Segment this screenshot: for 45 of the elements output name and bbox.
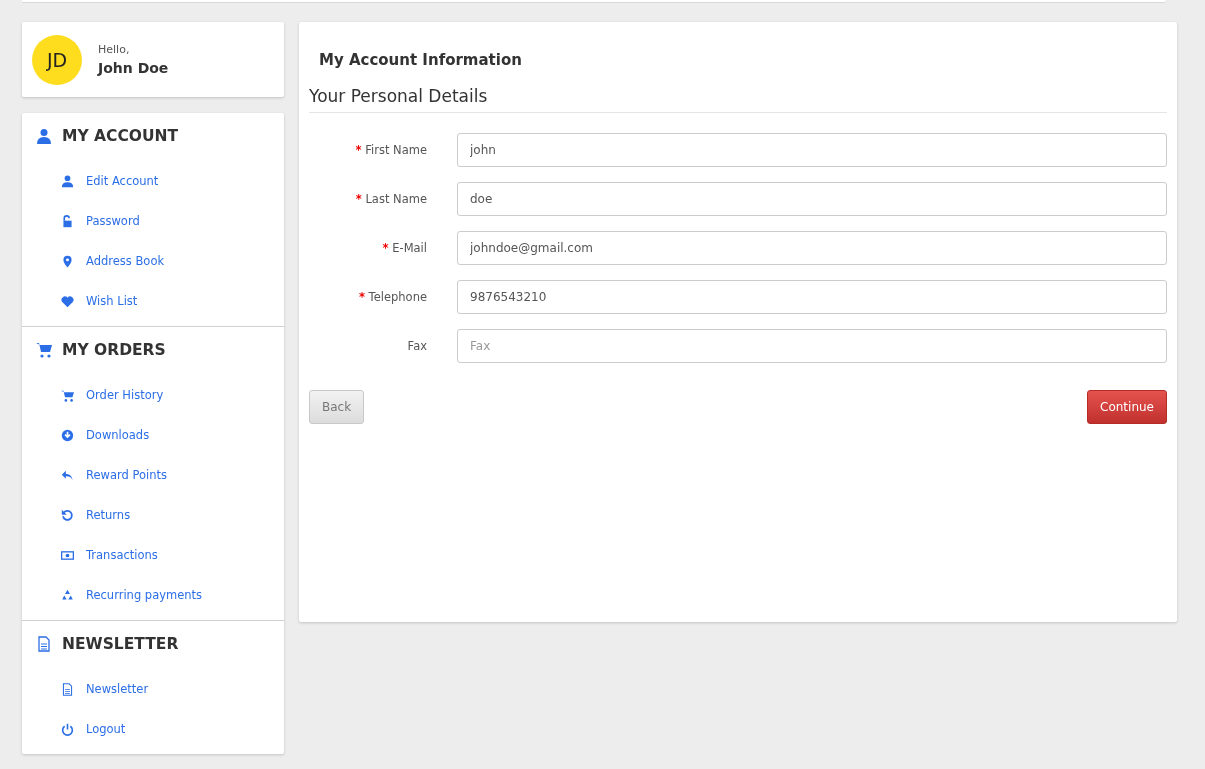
- section-heading: Your Personal Details: [309, 86, 1167, 113]
- menu-link[interactable]: Reward Points: [61, 455, 168, 495]
- menu-link[interactable]: Order History: [61, 375, 164, 415]
- map-pin-icon: [61, 254, 74, 268]
- menu-link[interactable]: Recurring payments: [61, 575, 203, 615]
- field-label: * Telephone: [357, 290, 427, 304]
- power-icon: [61, 722, 74, 736]
- avatar: JD: [32, 34, 82, 85]
- cart-icon: [61, 388, 74, 402]
- section-title: NEWSLETTER: [62, 635, 179, 653]
- menu-link[interactable]: Logout: [61, 709, 126, 749]
- text-field[interactable]: john: [457, 133, 1167, 167]
- menu-link[interactable]: Wish List: [61, 281, 138, 321]
- section-title: MY ACCOUNT: [62, 127, 179, 145]
- menu-link[interactable]: Password: [61, 201, 140, 241]
- page-title: My Account Information: [319, 51, 523, 69]
- user-name: John Doe: [98, 60, 169, 76]
- download-icon: [61, 428, 74, 442]
- field-label: * E-Mail: [381, 241, 427, 255]
- heart-icon: [61, 294, 74, 308]
- text-field[interactable]: 9876543210: [457, 280, 1167, 314]
- menu-link[interactable]: Returns: [61, 495, 131, 535]
- continue-button[interactable]: Continue: [1087, 390, 1167, 424]
- text-field[interactable]: doe: [457, 182, 1167, 216]
- undo-arrow-icon: [61, 508, 74, 522]
- banknote-icon: [61, 548, 74, 562]
- section-title: MY ORDERS: [62, 341, 166, 359]
- menu-link[interactable]: Address Book: [61, 241, 165, 281]
- document-icon: [61, 682, 74, 696]
- cart-icon: [36, 342, 52, 358]
- menu-link[interactable]: Edit Account: [61, 161, 159, 201]
- back-button[interactable]: Back: [309, 390, 365, 424]
- text-field[interactable]: Fax: [457, 329, 1167, 363]
- user-icon: [36, 128, 52, 144]
- unlock-icon: [61, 214, 74, 228]
- menu-link[interactable]: Downloads: [61, 415, 150, 455]
- field-label: * Last Name: [354, 192, 427, 206]
- greeting: Hello,: [98, 43, 131, 56]
- document-icon: [36, 636, 52, 652]
- menu-link[interactable]: Transactions: [61, 535, 158, 575]
- field-label: * First Name: [354, 143, 427, 157]
- user-icon: [61, 174, 74, 188]
- menu-link[interactable]: Newsletter: [61, 669, 149, 709]
- field-label: Fax: [406, 339, 427, 353]
- text-field[interactable]: johndoe@gmail.com: [457, 231, 1167, 265]
